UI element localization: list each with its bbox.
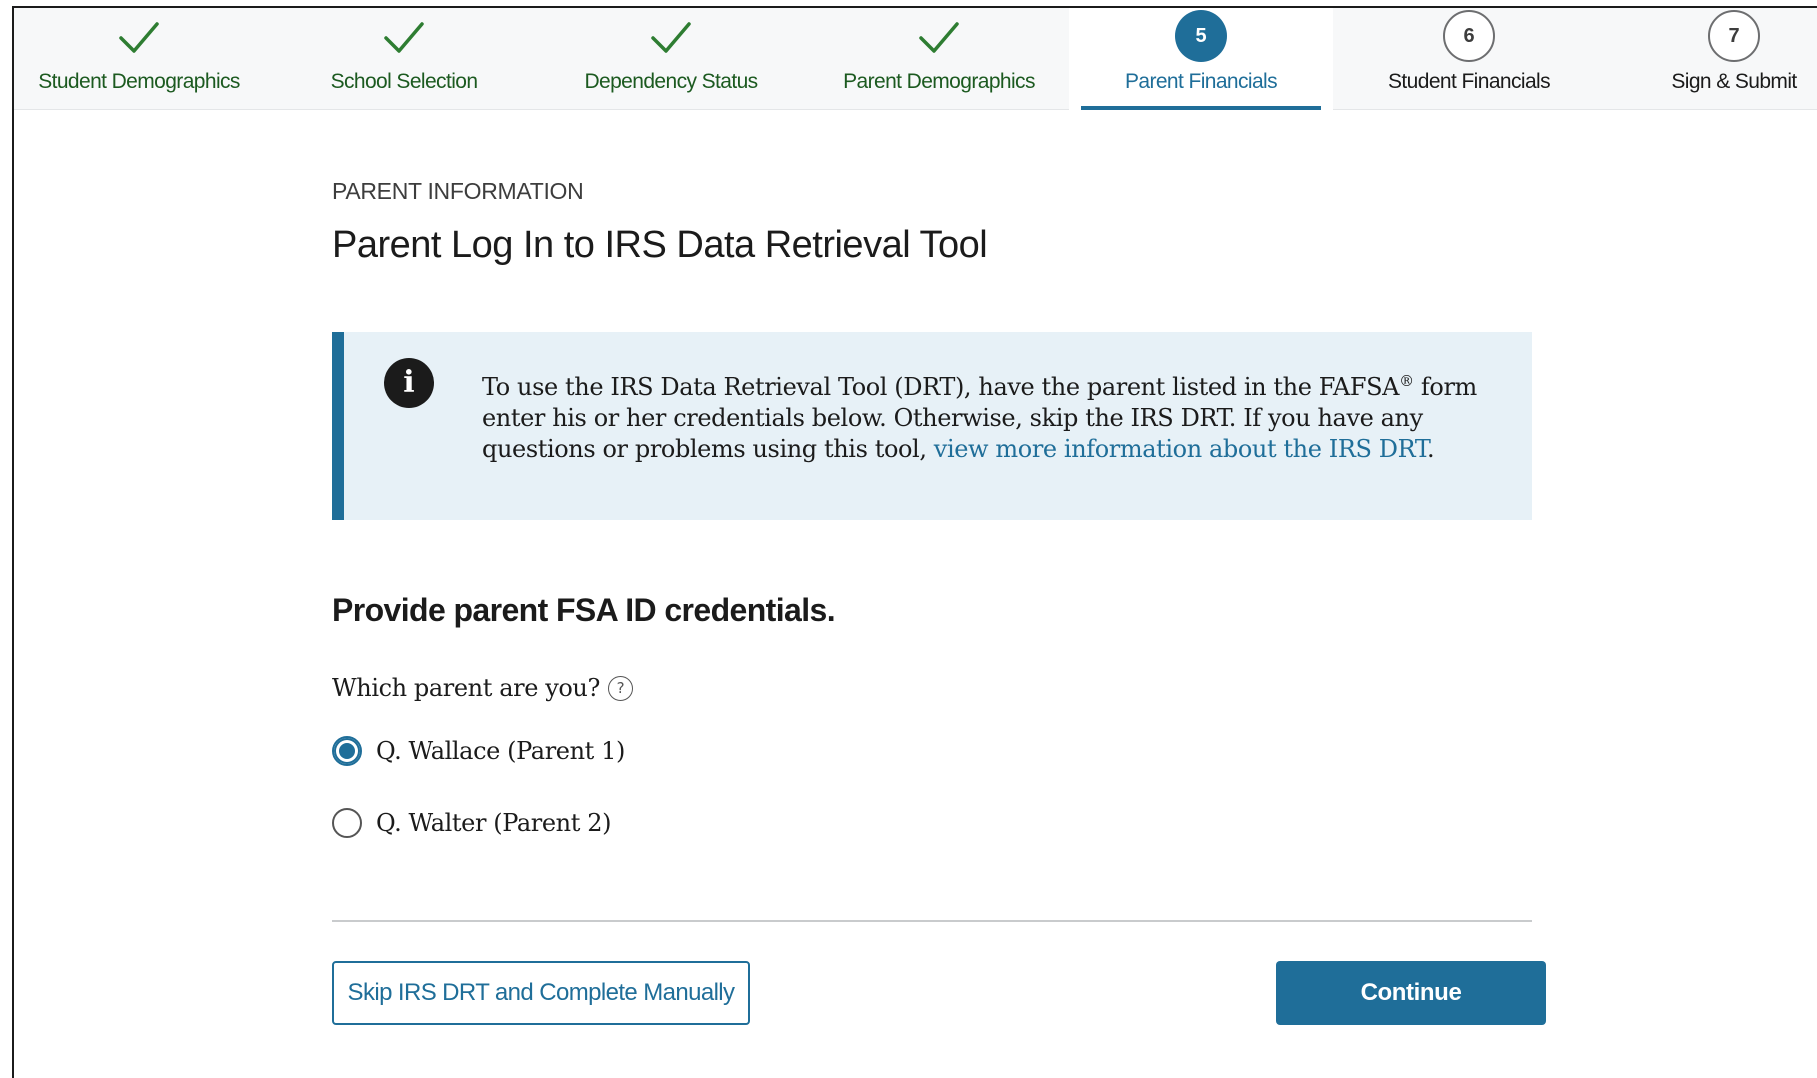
continue-button[interactable]: Continue <box>1276 961 1546 1025</box>
step-parent-financials[interactable]: 5 Parent Financials <box>1069 8 1333 110</box>
radio-option-parent-1[interactable]: Q. Wallace (Parent 1) <box>332 736 625 766</box>
step-dependency-status[interactable]: Dependency Status <box>546 8 796 110</box>
divider <box>332 920 1532 922</box>
page-frame: Student Demographics School Selection De… <box>12 6 1817 1078</box>
parent-question: Which parent are you? ? <box>332 674 633 702</box>
help-icon[interactable]: ? <box>607 675 633 701</box>
step-label: Parent Demographics <box>843 70 1035 93</box>
step-sign-submit[interactable]: 7 Sign & Submit <box>1609 8 1817 110</box>
step-label: School Selection <box>330 70 478 93</box>
step-parent-demographics[interactable]: Parent Demographics <box>814 8 1064 110</box>
credentials-heading: Provide parent FSA ID credentials. <box>332 592 836 628</box>
step-label: Dependency Status <box>584 70 758 93</box>
info-alert: i To use the IRS Data Retrieval Tool (DR… <box>332 332 1532 520</box>
radio-option-parent-2[interactable]: Q. Walter (Parent 2) <box>332 808 611 838</box>
question-label: Which parent are you? <box>332 674 600 702</box>
info-icon: i <box>384 358 434 408</box>
alert-message: To use the IRS Data Retrieval Tool (DRT)… <box>482 366 1492 465</box>
checkmark-icon <box>119 22 159 53</box>
alert-text: To use the IRS Data Retrieval Tool (DRT)… <box>482 373 1400 401</box>
checkmark-icon <box>651 22 691 53</box>
skip-irs-drt-button[interactable]: Skip IRS DRT and Complete Manually <box>332 961 750 1025</box>
step-number: 6 <box>1443 10 1495 62</box>
irs-drt-info-link[interactable]: view more information about the IRS DRT <box>934 435 1428 463</box>
radio-label: Q. Wallace (Parent 1) <box>376 737 625 765</box>
step-number: 5 <box>1175 10 1227 62</box>
active-step-indicator <box>1081 106 1321 110</box>
registered-mark: ® <box>1399 372 1414 390</box>
checkmark-icon <box>384 22 424 53</box>
step-label: Student Demographics <box>38 70 240 93</box>
radio-label: Q. Walter (Parent 2) <box>376 809 612 837</box>
step-label: Student Financials <box>1388 70 1551 93</box>
step-number: 7 <box>1708 10 1760 62</box>
step-school-selection[interactable]: School Selection <box>279 8 529 110</box>
alert-text: . <box>1426 435 1435 463</box>
step-student-demographics[interactable]: Student Demographics <box>14 8 264 110</box>
step-student-financials[interactable]: 6 Student Financials <box>1344 8 1594 110</box>
radio-button[interactable] <box>332 808 362 838</box>
checkmark-icon <box>919 22 959 53</box>
page-title: Parent Log In to IRS Data Retrieval Tool <box>332 224 988 266</box>
step-progress-bar: Student Demographics School Selection De… <box>14 8 1817 110</box>
step-label: Parent Financials <box>1124 70 1278 93</box>
step-label: Sign & Submit <box>1671 70 1797 93</box>
radio-button-checked[interactable] <box>332 736 362 766</box>
section-eyebrow: PARENT INFORMATION <box>332 178 584 204</box>
